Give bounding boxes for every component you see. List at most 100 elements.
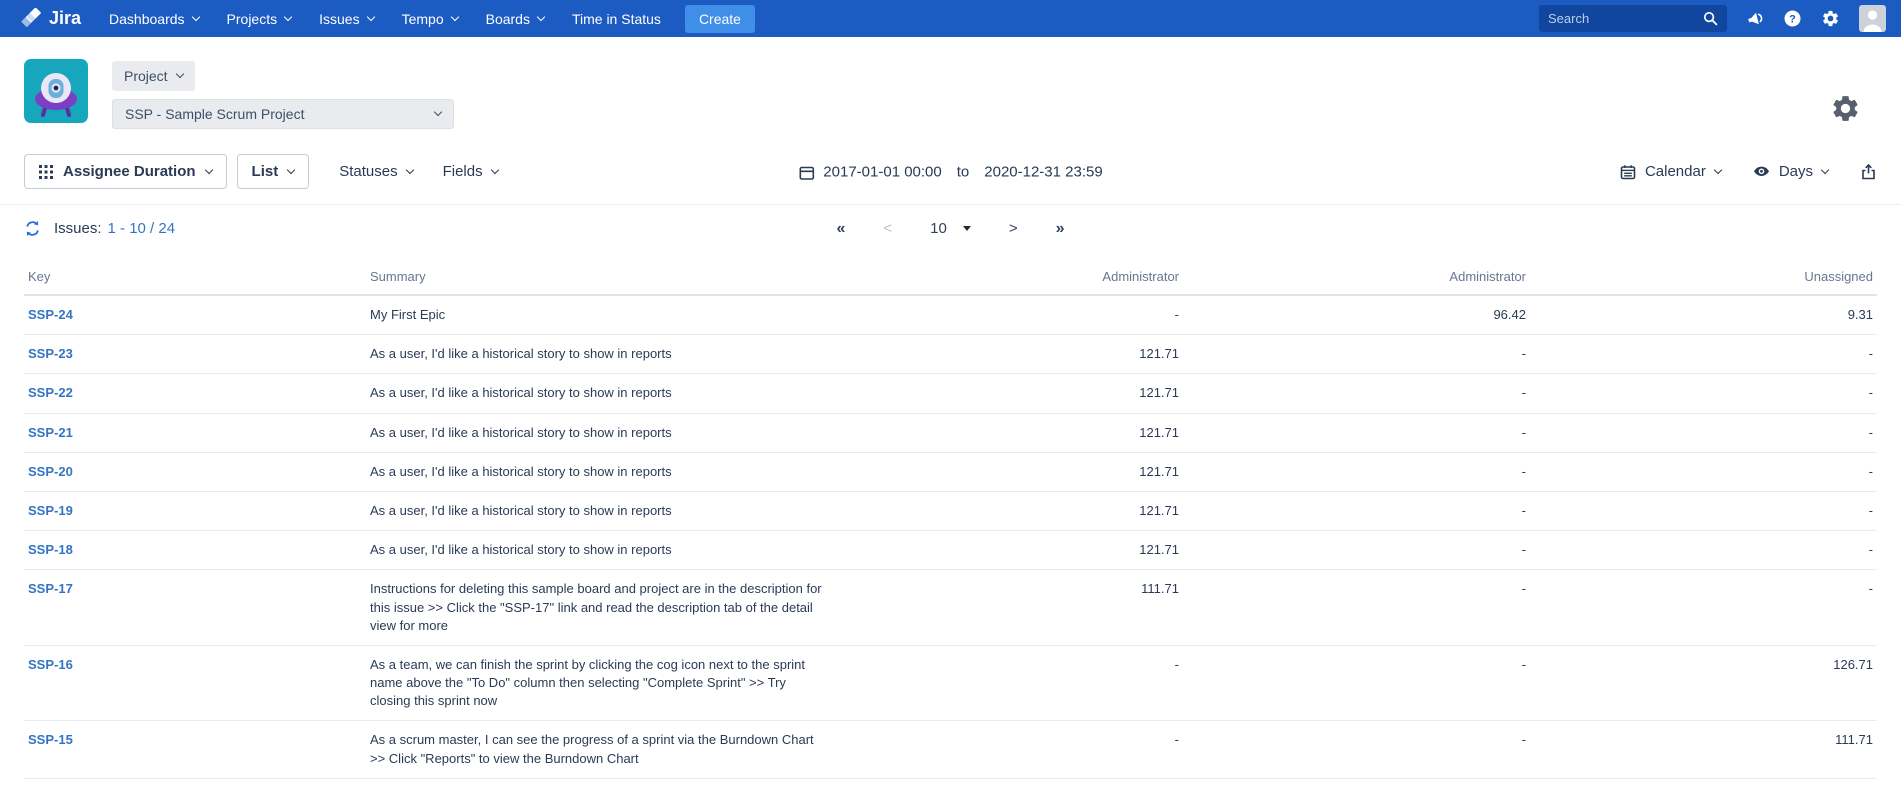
table-row: SSP-16 As a team, we can finish the spri… [24, 645, 1877, 721]
issue-key-link[interactable]: SSP-15 [28, 732, 73, 747]
issue-summary: As a scrum master, I can see the progres… [366, 721, 836, 778]
duration-administrator-1: 121.71 [836, 452, 1183, 491]
nav-item-projects[interactable]: Projects [213, 0, 306, 37]
user-avatar[interactable] [1859, 5, 1886, 32]
search-input[interactable] [1548, 11, 1688, 26]
column-header-key[interactable]: Key [24, 259, 366, 295]
chevron-down-icon [1714, 165, 1722, 173]
issue-key-link[interactable]: SSP-24 [28, 307, 73, 322]
nav-item-boards[interactable]: Boards [472, 0, 558, 37]
project-type-button[interactable]: Project [112, 61, 195, 91]
duration-administrator-1: 121.71 [836, 374, 1183, 413]
statuses-dropdown[interactable]: Statuses [339, 163, 412, 180]
chevron-down-icon [537, 12, 545, 20]
issue-summary: As a user, I'd like a historical story t… [366, 335, 836, 374]
fields-dropdown[interactable]: Fields [443, 163, 498, 180]
duration-administrator-2: - [1183, 491, 1530, 530]
table-row: SSP-17 Instructions for deleting this sa… [24, 570, 1877, 646]
project-header: Project SSP - Sample Scrum Project [0, 37, 1901, 129]
jira-logo[interactable]: Jira [21, 8, 81, 29]
toolbar-right: Calendar Days [1620, 163, 1877, 180]
chevron-down-icon [434, 108, 442, 116]
column-header-administrator-1[interactable]: Administrator [836, 259, 1183, 295]
duration-unassigned: - [1530, 452, 1877, 491]
column-header-unassigned[interactable]: Unassigned [1530, 259, 1877, 295]
duration-administrator-1: - [836, 295, 1183, 335]
create-button[interactable]: Create [685, 5, 755, 33]
search-box[interactable] [1539, 5, 1727, 32]
duration-unassigned: - [1530, 413, 1877, 452]
duration-administrator-1: 121.71 [836, 335, 1183, 374]
view-label: List [252, 163, 279, 180]
calendar-icon [798, 164, 814, 180]
pagination-first-button[interactable]: « [836, 220, 845, 238]
calendar-icon [1620, 164, 1636, 180]
issue-key-link[interactable]: SSP-18 [28, 542, 73, 557]
chevron-down-icon [1821, 165, 1829, 173]
duration-administrator-2: - [1183, 721, 1530, 778]
pagination-next-button[interactable]: > [1009, 220, 1018, 237]
group-by-button[interactable]: Assignee Duration [24, 154, 227, 189]
duration-administrator-2: - [1183, 645, 1530, 721]
duration-administrator-2: - [1183, 531, 1530, 570]
export-button[interactable] [1860, 163, 1877, 180]
issue-key-link[interactable]: SSP-23 [28, 346, 73, 361]
nav-item-time-in-status[interactable]: Time in Status [558, 0, 675, 37]
issue-summary: As a user, I'd like a historical story t… [366, 452, 836, 491]
group-by-label: Assignee Duration [63, 163, 196, 180]
caret-down-icon [963, 226, 971, 231]
report-toolbar: Assignee Duration List Statuses Fields 2… [0, 129, 1901, 205]
duration-administrator-1: 121.71 [836, 413, 1183, 452]
pagination-prev-button[interactable]: < [883, 220, 892, 237]
chevron-down-icon [284, 12, 292, 20]
pagination-last-button[interactable]: » [1056, 220, 1065, 238]
nav-item-tempo[interactable]: Tempo [388, 0, 472, 37]
issue-key-link[interactable]: SSP-20 [28, 464, 73, 479]
nav-item-dashboards[interactable]: Dashboards [95, 0, 213, 37]
view-button[interactable]: List [237, 154, 310, 189]
duration-unassigned: - [1530, 491, 1877, 530]
table-row: SSP-22 As a user, I'd like a historical … [24, 374, 1877, 413]
help-icon[interactable]: ? [1783, 9, 1802, 28]
duration-unassigned: - [1530, 335, 1877, 374]
pagination-page-size-select[interactable]: 10 [930, 220, 971, 237]
megaphone-icon[interactable] [1746, 10, 1764, 28]
issue-key-link[interactable]: SSP-22 [28, 385, 73, 400]
duration-administrator-1: - [836, 721, 1183, 778]
unit-dropdown[interactable]: Days [1753, 163, 1828, 180]
settings-gear-icon[interactable] [1830, 93, 1861, 129]
duration-unassigned: 9.31 [1530, 295, 1877, 335]
duration-unassigned: - [1530, 531, 1877, 570]
table-row: SSP-15 As a scrum master, I can see the … [24, 721, 1877, 778]
project-select[interactable]: SSP - Sample Scrum Project [112, 99, 454, 129]
table-row: SSP-19 As a user, I'd like a historical … [24, 491, 1877, 530]
table-row: SSP-21 As a user, I'd like a historical … [24, 413, 1877, 452]
issue-summary: As a user, I'd like a historical story t… [366, 413, 836, 452]
navbar-right: ? [1539, 5, 1886, 32]
duration-administrator-1: - [836, 645, 1183, 721]
jira-logo-icon [21, 8, 42, 29]
date-separator: to [957, 164, 970, 181]
chevron-down-icon [366, 12, 374, 20]
calendar-dropdown[interactable]: Calendar [1620, 163, 1721, 180]
refresh-icon[interactable] [24, 220, 41, 237]
issue-summary: My First Epic [366, 295, 836, 335]
issue-summary: As a user, I'd like a historical story t… [366, 374, 836, 413]
column-header-administrator-2[interactable]: Administrator [1183, 259, 1530, 295]
issue-summary: As a team, we can finish the sprint by c… [366, 645, 836, 721]
chevron-down-icon [287, 165, 295, 173]
project-selectors: Project SSP - Sample Scrum Project [112, 59, 454, 129]
table-row: SSP-18 As a user, I'd like a historical … [24, 531, 1877, 570]
column-header-summary[interactable]: Summary [366, 259, 836, 295]
date-from: 2017-01-01 00:00 [823, 164, 941, 181]
date-range-picker[interactable]: 2017-01-01 00:00 to 2020-12-31 23:59 [798, 164, 1102, 181]
calendar-label: Calendar [1645, 163, 1706, 180]
issue-key-link[interactable]: SSP-21 [28, 425, 73, 440]
issue-key-link[interactable]: SSP-17 [28, 581, 73, 596]
issue-key-link[interactable]: SSP-19 [28, 503, 73, 518]
nav-item-issues[interactable]: Issues [305, 0, 387, 37]
chevron-down-icon [490, 165, 498, 173]
issue-key-link[interactable]: SSP-16 [28, 657, 73, 672]
gear-icon[interactable] [1821, 9, 1840, 28]
table-row: SSP-23 As a user, I'd like a historical … [24, 335, 1877, 374]
